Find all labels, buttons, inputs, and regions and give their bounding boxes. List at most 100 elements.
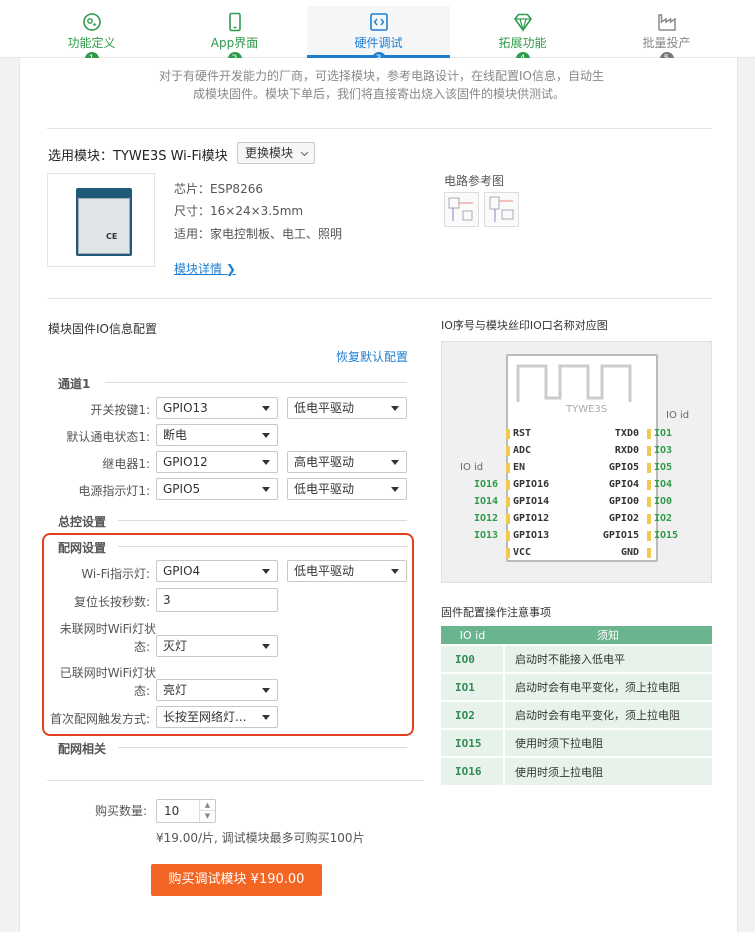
step-tabs: 功能定义 1 App界面 2 硬件调试 3 拓展功能 4 批量投产 5: [0, 0, 755, 66]
pin-tab: [647, 429, 651, 439]
reset-seconds-label: 复位长按秒数:: [73, 595, 150, 609]
module-detail-text: 模块详情: [174, 262, 223, 276]
note-text: 启动时会有电平变化，须上拉电阻: [503, 700, 712, 729]
default-power-select[interactable]: 断电: [156, 424, 278, 446]
quantity-label: 购买数量:: [95, 804, 148, 818]
pin-tab: [506, 497, 510, 507]
wifi-led-select[interactable]: GPIO4: [156, 560, 278, 582]
step-function-define[interactable]: 功能定义 1: [20, 6, 163, 66]
module-image: CE: [47, 173, 155, 267]
caret-down-icon: [391, 406, 399, 411]
step-mass-production[interactable]: 批量投产 5: [595, 6, 738, 66]
pin-name: GPIO16: [513, 479, 550, 490]
table-row: IO0 启动时不能接入低电平: [441, 644, 712, 673]
circuit-ref-label: 电路参考图: [444, 174, 505, 188]
switch-key-mode-select[interactable]: 低电平驱动: [287, 397, 407, 419]
chevron-down-icon: [300, 151, 309, 157]
quantity-value: 10: [164, 804, 180, 818]
connected-led-label-1: 已联网时WiFi灯状: [59, 666, 156, 680]
io-id-right-label: IO id: [666, 410, 690, 421]
module-chip: 芯片：ESP8266: [174, 182, 263, 196]
pin-io-id: IO15: [654, 530, 679, 541]
connected-led-label-2: 态:: [133, 684, 150, 698]
pin-io-id: IO2: [654, 513, 673, 524]
power-led-mode-select[interactable]: 低电平驱动: [287, 478, 407, 500]
select-value: 断电: [163, 428, 188, 442]
step-label: 功能定义: [67, 36, 116, 50]
switch-key-select[interactable]: GPIO13: [156, 397, 278, 419]
relay-mode-select[interactable]: 高电平驱动: [287, 451, 407, 473]
power-led-select[interactable]: GPIO5: [156, 478, 278, 500]
phone-icon: [228, 12, 241, 32]
connected-led-select[interactable]: 亮灯: [156, 679, 278, 701]
pin-name: GND: [620, 547, 639, 558]
notes-title: 固件配置操作注意事项: [441, 606, 551, 619]
note-text: 使用时须上拉电阻: [503, 756, 712, 785]
divider: [118, 546, 407, 547]
select-value: 低电平驱动: [294, 401, 355, 415]
pin-tab: [647, 531, 651, 541]
pin-name: EN: [513, 462, 526, 473]
step-label: 拓展功能: [498, 36, 547, 50]
buy-debug-module-button[interactable]: 购买调试模块 ¥190.00: [151, 864, 322, 896]
quantity-stepper[interactable]: 10 ▲ ▼: [156, 799, 216, 823]
step-hardware-debug[interactable]: 硬件调试 3: [307, 6, 450, 66]
unconnected-led-label-1: 未联网时WiFi灯状: [59, 622, 156, 636]
caret-down-icon: [391, 487, 399, 492]
pin-name: TXD0: [614, 428, 639, 439]
caret-down-icon: [262, 688, 270, 693]
pin-name: VCC: [513, 547, 532, 558]
change-module-label: 更换模块: [245, 146, 294, 160]
pin-tab: [506, 514, 510, 524]
factory-icon: [657, 14, 676, 31]
note-text: 使用时须下拉电阻: [503, 728, 712, 757]
select-value: 长按至网络灯...: [163, 710, 247, 724]
intro-line-2: 成模块固件。模块下单后，我们将直接寄出烧入该固件的模块供测试。: [193, 87, 566, 101]
relay-select[interactable]: GPIO12: [156, 451, 278, 473]
divider: [47, 780, 424, 781]
select-value: GPIO13: [163, 401, 208, 415]
pin-io-id: IO12: [474, 513, 499, 524]
circuit-thumb-1[interactable]: [444, 192, 479, 227]
pin-io-id: IO1: [654, 428, 673, 439]
pin-tab: [506, 531, 510, 541]
note-id: IO0: [441, 644, 504, 673]
wifi-led-mode-select[interactable]: 低电平驱动: [287, 560, 407, 582]
select-value: 高电平驱动: [294, 455, 355, 469]
io-config-title: 模块固件IO信息配置: [48, 322, 157, 336]
step-app-ui[interactable]: App界面 2: [163, 6, 306, 66]
module-detail-link[interactable]: 模块详情 ❯: [174, 260, 236, 277]
decrement-icon[interactable]: ▼: [199, 811, 215, 822]
io-id-left-label: IO id: [460, 462, 484, 473]
settings-icon: [82, 13, 101, 31]
caret-down-icon: [262, 715, 270, 720]
reset-seconds-input[interactable]: 3: [156, 588, 278, 612]
unconnected-led-select[interactable]: 灭灯: [156, 635, 278, 657]
note-id: IO1: [441, 672, 504, 701]
pin-name: RST: [513, 428, 532, 439]
diamond-icon: [513, 13, 532, 32]
module-usage: 适用：家电控制板、电工、照明: [174, 227, 343, 241]
pin-io-id: IO5: [654, 462, 673, 473]
default-power-label: 默认通电状态1:: [66, 430, 150, 444]
wifi-led-label: Wi-Fi指示灯:: [81, 567, 150, 581]
increment-icon[interactable]: ▲: [199, 800, 215, 811]
circuit-thumb-2[interactable]: [484, 192, 519, 227]
pin-name: GPIO5: [608, 462, 639, 473]
module-silkscreen-name: TYWE3S: [566, 404, 608, 415]
note-id: IO2: [441, 700, 504, 729]
select-value: GPIO5: [163, 482, 201, 496]
caret-down-icon: [391, 460, 399, 465]
pin-tab: [506, 429, 510, 439]
step-extend-function[interactable]: 拓展功能 4: [451, 6, 594, 66]
notes-table: IO id 须知 IO0 启动时不能接入低电平 IO1 启动时会有电平变化，须上拉电…: [441, 626, 712, 785]
reset-default-link[interactable]: 恢复默认配置: [336, 348, 408, 365]
relay-label: 继电器1:: [102, 457, 150, 471]
change-module-button[interactable]: 更换模块: [237, 142, 315, 164]
pin-diagram: TYWE3S IO id IO id RST ADC EN GPIO16 IO16 GPI…: [441, 341, 712, 583]
hardware-debug-panel: 对于有硬件开发能力的厂商，可选择模块，参考电路设计，在线配置IO信息，自动生 成…: [19, 58, 738, 932]
switch-key-label: 开关按键1:: [90, 403, 150, 417]
divider: [47, 128, 712, 129]
trigger-mode-select[interactable]: 长按至网络灯...: [156, 706, 278, 728]
pin-tab: [506, 463, 510, 473]
